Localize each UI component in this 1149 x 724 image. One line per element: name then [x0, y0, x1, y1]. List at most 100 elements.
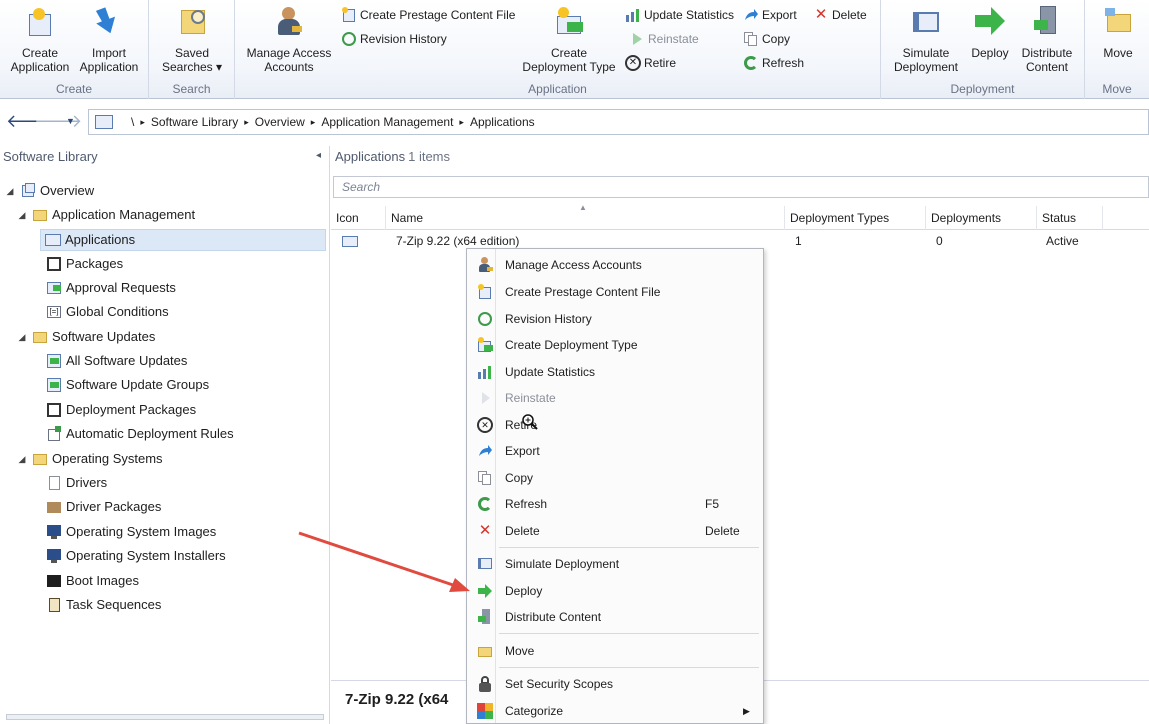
nav-item-applications[interactable]: Applications — [40, 229, 326, 251]
column-header-status[interactable]: Status — [1037, 206, 1103, 230]
history-dropdown-button[interactable]: ▼ — [66, 111, 80, 133]
statistics-icon — [477, 364, 493, 380]
nav-item-operating-system-installers[interactable]: Operating System Installers — [46, 545, 226, 567]
nav-item-software-updates[interactable]: ◢ Software Updates — [16, 326, 156, 348]
magnifier-cursor-icon — [522, 414, 538, 430]
menu-item-create-prestage[interactable]: Create Prestage Content File — [469, 280, 761, 304]
breadcrumb-root[interactable]: \ — [131, 115, 134, 129]
nav-item-application-management[interactable]: ◢ Application Management — [16, 204, 196, 226]
reinstate-button[interactable]: Reinstate — [629, 30, 699, 48]
row-status: Active — [1046, 234, 1079, 248]
menu-item-move[interactable]: Move — [469, 639, 761, 663]
create-deployment-type-button[interactable]: Create Deployment Type — [519, 4, 619, 74]
import-application-button[interactable]: Import Application — [74, 4, 144, 74]
retire-button[interactable]: ✕ Retire — [625, 54, 676, 72]
menu-item-update-statistics[interactable]: Update Statistics — [469, 360, 761, 384]
nav-item-global-conditions[interactable]: [=] Global Conditions — [46, 301, 169, 323]
column-header-deployments[interactable]: Deployments — [926, 206, 1037, 230]
refresh-button[interactable]: Refresh — [743, 54, 804, 72]
menu-item-reinstate[interactable]: Reinstate — [469, 386, 761, 410]
menu-item-create-deployment-type[interactable]: Create Deployment Type — [469, 333, 761, 357]
nav-item-boot-images[interactable]: Boot Images — [46, 570, 139, 592]
breadcrumb-separator-icon: ▸ — [244, 116, 249, 127]
row-icon-cell — [331, 230, 386, 252]
prestage-icon — [341, 7, 357, 23]
menu-separator — [499, 667, 759, 668]
package-icon — [46, 402, 62, 418]
nav-item-operating-systems[interactable]: ◢ Operating Systems — [16, 448, 163, 470]
nav-item-drivers[interactable]: Drivers — [46, 472, 107, 494]
column-header-deployment-types[interactable]: Deployment Types — [785, 206, 926, 230]
menu-item-export[interactable]: Export — [469, 439, 761, 463]
export-button[interactable]: Export — [743, 6, 797, 24]
menu-item-copy[interactable]: Copy — [469, 466, 761, 490]
item-count: 1 items — [408, 149, 451, 164]
nav-item-automatic-deployment-rules[interactable]: Automatic Deployment Rules — [46, 423, 234, 445]
forward-button[interactable]: 🡒 — [34, 111, 82, 133]
saved-searches-icon — [175, 4, 209, 38]
expander-icon[interactable]: ◢ — [16, 326, 28, 348]
user-key-icon — [272, 4, 306, 38]
column-header-icon[interactable]: Icon — [331, 206, 386, 230]
expander-icon[interactable]: ◢ — [16, 204, 28, 226]
menu-item-refresh[interactable]: Refresh F5 — [469, 492, 761, 516]
update-statistics-button[interactable]: Update Statistics — [625, 6, 734, 24]
saved-searches-button[interactable]: Saved Searches ▾ — [155, 4, 229, 74]
breadcrumb-overview[interactable]: Overview — [255, 115, 305, 129]
menu-item-revision-history[interactable]: Revision History — [469, 307, 761, 331]
nav-item-packages[interactable]: Packages — [46, 253, 123, 275]
deploy-button[interactable]: Deploy — [967, 4, 1013, 60]
menu-item-retire[interactable]: ✕ Retire — [469, 413, 761, 437]
menu-item-delete[interactable]: ✕ Delete Delete — [469, 519, 761, 543]
menu-separator — [499, 547, 759, 548]
ribbon-group-create: Create Application Import Application Cr… — [0, 0, 149, 99]
menu-item-categorize[interactable]: Categorize ▶ — [469, 699, 761, 723]
approval-icon — [46, 280, 62, 296]
move-button[interactable]: Move — [1093, 4, 1143, 60]
copy-button[interactable]: Copy — [743, 30, 790, 48]
expander-icon[interactable]: ◢ — [4, 180, 16, 202]
create-application-button[interactable]: Create Application — [6, 4, 74, 74]
simulate-deployment-button[interactable]: Simulate Deployment — [889, 4, 963, 74]
expander-icon[interactable]: ◢ — [16, 448, 28, 470]
distribute-content-button[interactable]: Distribute Content — [1013, 4, 1081, 74]
nav-item-deployment-packages[interactable]: Deployment Packages — [46, 399, 196, 421]
deploy-arrow-icon — [477, 583, 493, 599]
back-button[interactable]: 🡐 — [6, 111, 54, 133]
nav-item-operating-system-images[interactable]: Operating System Images — [46, 521, 216, 543]
collapse-pane-button[interactable]: ◂ — [316, 150, 321, 161]
breadcrumb-separator-icon: ▸ — [310, 116, 316, 127]
nav-item-task-sequences[interactable]: Task Sequences — [46, 594, 161, 616]
nav-item-all-software-updates[interactable]: All Software Updates — [46, 350, 187, 372]
horizontal-scrollbar[interactable] — [6, 714, 324, 720]
nav-item-overview[interactable]: ◢ Overview — [4, 180, 94, 202]
nav-item-software-update-groups[interactable]: Software Update Groups — [46, 374, 209, 396]
breadcrumb-software-library[interactable]: Software Library — [151, 115, 238, 129]
menu-item-deploy[interactable]: Deploy — [469, 579, 761, 603]
import-arrow-icon — [92, 4, 126, 38]
column-headers: Icon Name ▲ Deployment Types Deployments… — [331, 203, 1149, 230]
manage-access-accounts-button[interactable]: Manage Access Accounts — [243, 4, 335, 74]
refresh-icon — [477, 496, 493, 512]
breadcrumb-application-management[interactable]: Application Management — [321, 115, 453, 129]
breadcrumb-applications[interactable]: Applications — [470, 115, 535, 129]
revision-history-button[interactable]: Revision History — [341, 30, 447, 48]
menu-item-simulate-deployment[interactable]: Simulate Deployment — [469, 552, 761, 576]
menu-item-manage-access-accounts[interactable]: Manage Access Accounts — [469, 253, 761, 277]
ribbon-group-label: Application — [528, 82, 587, 96]
navigation-pane: Software Library ◂ ◢ Overview ◢ Applicat… — [0, 146, 330, 724]
menu-separator — [499, 633, 759, 634]
refresh-icon — [743, 55, 759, 71]
history-icon — [477, 311, 493, 327]
nav-item-approval-requests[interactable]: Approval Requests — [46, 277, 176, 299]
menu-item-set-security-scopes[interactable]: Set Security Scopes — [469, 672, 761, 696]
menu-item-distribute-content[interactable]: Distribute Content — [469, 605, 761, 629]
ribbon: Create Application Import Application Cr… — [0, 0, 1149, 99]
create-prestage-button[interactable]: Create Prestage Content File — [341, 6, 515, 24]
nav-item-driver-packages[interactable]: Driver Packages — [46, 496, 161, 518]
delete-button[interactable]: ✕ Delete — [813, 6, 867, 24]
deployment-type-icon — [552, 4, 586, 38]
condition-icon: [=] — [46, 304, 62, 320]
search-input[interactable]: Search — [333, 176, 1149, 198]
breadcrumb[interactable]: \ ▸ Software Library ▸ Overview ▸ Applic… — [88, 109, 1149, 135]
